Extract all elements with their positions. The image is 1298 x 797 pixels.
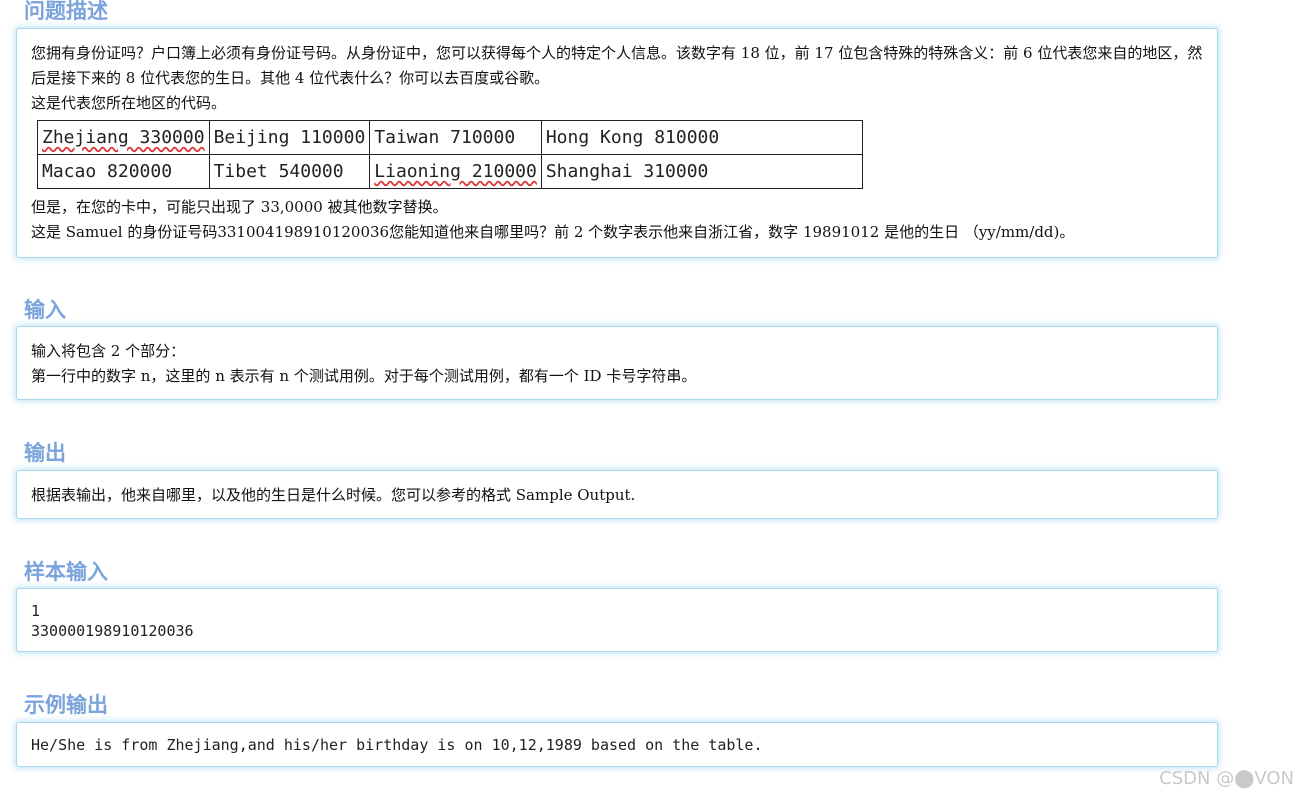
description-panel: 您拥有身份证吗？户口簿上必须有身份证号码。从身份证中，您可以获得每个人的特定个人… [16, 28, 1218, 258]
table-cell: Shanghai 310000 [540, 154, 863, 189]
problem-page: 问题描述 您拥有身份证吗？户口簿上必须有身份证号码。从身份证中，您可以获得每个人… [0, 0, 1298, 797]
table-row: Macao 820000 Tibet 540000 Liaoning 21000… [37, 154, 863, 189]
region-code-table: Zhejiang 330000 Beijing 110000 Taiwan 71… [37, 120, 863, 189]
input-line-1: 输入将包含 2 个部分： [31, 342, 186, 360]
input-line-2: 第一行中的数字 n，这里的 n 表示有 n 个测试用例。对于每个测试用例，都有一… [31, 367, 697, 385]
sample-output-panel: He/She is from Zhejiang,and his/her birt… [16, 722, 1218, 767]
table-cell: Hong Kong 810000 [540, 120, 863, 155]
output-title: 输出 [24, 441, 66, 465]
table-cell: Liaoning 210000 [369, 154, 542, 189]
sample-output-title: 示例输出 [24, 693, 108, 717]
table-cell: Tibet 540000 [208, 154, 371, 189]
input-panel: 输入将包含 2 个部分： 第一行中的数字 n，这里的 n 表示有 n 个测试用例… [16, 326, 1218, 400]
sample-input-line-2: 330000198910120036 [31, 622, 194, 640]
table-cell: Macao 820000 [37, 154, 210, 189]
description-para-4: 这是 Samuel 的身份证号码331004198910120036您能知道他来… [31, 223, 1075, 241]
csdn-watermark: CSDN @⬤VON [1159, 768, 1294, 789]
output-line-1: 根据表输出，他来自哪里，以及他的生日是什么时候。您可以参考的格式 Sample … [31, 486, 636, 504]
input-title: 输入 [24, 298, 66, 322]
table-cell: Beijing 110000 [208, 120, 371, 155]
description-title: 问题描述 [24, 0, 108, 23]
sample-input-line-1: 1 [31, 602, 41, 620]
table-cell: Taiwan 710000 [369, 120, 542, 155]
description-para-1: 您拥有身份证吗？户口簿上必须有身份证号码。从身份证中，您可以获得每个人的特定个人… [31, 44, 1203, 87]
sample-output-line-1: He/She is from Zhejiang,and his/her birt… [31, 736, 763, 754]
table-cell: Zhejiang 330000 [37, 120, 210, 155]
sample-input-panel: 1 330000198910120036 [16, 588, 1218, 652]
output-panel: 根据表输出，他来自哪里，以及他的生日是什么时候。您可以参考的格式 Sample … [16, 470, 1218, 519]
description-para-3: 但是，在您的卡中，可能只出现了 33,0000 被其他数字替换。 [31, 198, 448, 216]
description-para-2: 这是代表您所在地区的代码。 [31, 94, 227, 112]
table-row: Zhejiang 330000 Beijing 110000 Taiwan 71… [37, 120, 863, 155]
sample-input-title: 样本输入 [24, 560, 108, 584]
